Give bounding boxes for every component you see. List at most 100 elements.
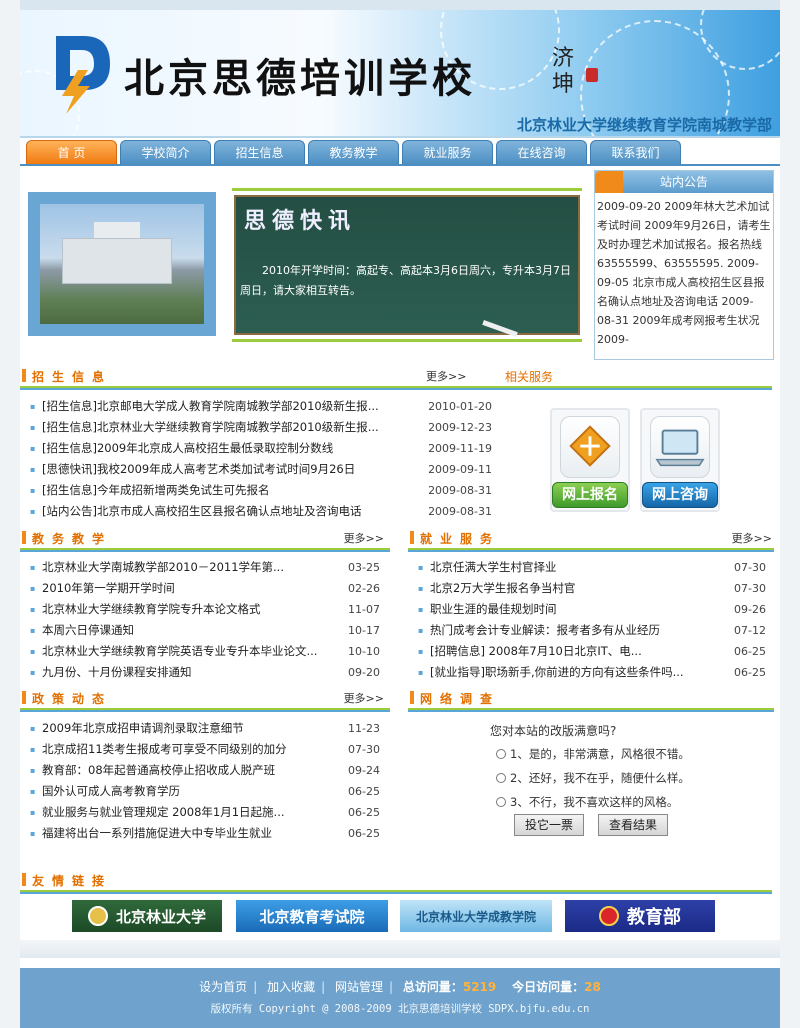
list-item[interactable]: 北京成招11类考生报成考可享受不同级别的加分 07-30 — [30, 739, 380, 760]
list-item[interactable]: 职业生涯的最佳规划时间 09-26 — [418, 599, 766, 620]
list-item[interactable]: [思德快讯]我校2009年成人高考艺术类加试考试时间9月26日 2009-09-1… — [30, 459, 492, 480]
list-item[interactable]: 九月份、十月份课程安排通知 09-20 — [30, 662, 380, 683]
survey-option-3[interactable]: 3、不行，我不喜欢这样的风格。 — [496, 794, 678, 810]
online-register-button[interactable]: 网上报名 — [550, 408, 630, 512]
item-title: 2010年第一学期开学时间 — [42, 581, 175, 595]
nav-teaching[interactable]: 教务教学 — [308, 140, 399, 164]
set-homepage-link[interactable]: 设为首页 — [199, 980, 247, 994]
nav-employment[interactable]: 就业服务 — [402, 140, 493, 164]
list-item[interactable]: 2009年北京成招申请调剂录取注意细节 11-23 — [30, 718, 380, 739]
item-tag: [招生信息] — [42, 483, 97, 497]
view-results-button[interactable]: 查看结果 — [598, 814, 669, 836]
list-item[interactable]: 北京任满大学生村官择业 07-30 — [418, 557, 766, 578]
add-favorite-link[interactable]: 加入收藏 — [267, 980, 315, 994]
section-title: 网络调查 — [408, 690, 500, 707]
item-title: 福建将出台一系列措施促进大中专毕业生就业 — [42, 826, 272, 840]
online-consult-button[interactable]: 网上咨询 — [640, 408, 720, 512]
links-section-header: 友情链接 — [20, 868, 772, 894]
item-date: 06-25 — [734, 645, 766, 658]
item-date: 06-25 — [348, 827, 380, 840]
list-item[interactable]: 本周六日停课通知 10-17 — [30, 620, 380, 641]
link-adult-education[interactable]: 北京林业大学成教学院 — [400, 900, 552, 932]
enroll-section-header: 招生信息 更多>> 相关服务 — [20, 364, 772, 390]
related-services-title: 相关服务 — [505, 370, 554, 384]
item-title: 教育部：08年起普通高校停止招收成人脱产班 — [42, 763, 276, 777]
list-item[interactable]: 北京2万大学生报名争当村官 07-30 — [418, 578, 766, 599]
list-item[interactable]: [招生信息]北京邮电大学成人教育学院南城教学部2010级新生报... 2010-0… — [30, 396, 492, 417]
list-item[interactable]: 就业服务与就业管理规定 2008年1月1日起施... 06-25 — [30, 802, 380, 823]
seal-icon — [586, 68, 598, 82]
list-item[interactable]: [招生信息]今年成招新增两类免试生可先报名 2009-08-31 — [30, 480, 492, 501]
campus-photo-frame[interactable] — [28, 192, 216, 336]
item-title: 九月份、十月份课程安排通知 — [42, 665, 192, 679]
item-title: 国外认可成人高考教育学历 — [42, 784, 180, 798]
list-item[interactable]: 北京林业大学继续教育学院专升本论文格式 11-07 — [30, 599, 380, 620]
footer-links: 设为首页 | 加入收藏 | 网站管理 | 总访问量：5219 今日访问量：28 — [20, 978, 780, 995]
list-item[interactable]: [就业指导]职场新手,你前进的方向有这些条件吗... 06-25 — [418, 662, 766, 683]
link-label: 北京林业大学 — [115, 907, 206, 926]
vote-button[interactable]: 投它一票 — [514, 814, 585, 836]
list-item[interactable]: 福建将出台一系列措施促进大中专毕业生就业 06-25 — [30, 823, 380, 844]
survey-option-2[interactable]: 2、还好，我不在乎，随便什么样。 — [496, 770, 690, 786]
link-label: 北京林业大学成教学院 — [415, 909, 536, 924]
list-item[interactable]: [招聘信息] 2008年7月10日北京IT、电... 06-25 — [418, 641, 766, 662]
nav-about[interactable]: 学校简介 — [120, 140, 211, 164]
item-date: 11-07 — [348, 603, 380, 616]
list-item[interactable]: [站内公告]北京市成人高校招生区县报名确认点地址及咨询电话 2009-08-31 — [30, 501, 492, 522]
item-date: 06-25 — [348, 785, 380, 798]
site-admin-link[interactable]: 网站管理 — [335, 980, 383, 994]
list-item[interactable]: [招生信息]2009年北京成人高校招生最低录取控制分数线 2009-11-19 — [30, 438, 492, 459]
item-date: 10-17 — [348, 624, 380, 637]
item-title: 北京邮电大学成人教育学院南城教学部2010级新生报... — [96, 399, 379, 413]
item-date: 2009-12-23 — [428, 421, 492, 434]
list-item[interactable]: 热门成考会计专业解读：报考者多有从业经历 07-12 — [418, 620, 766, 641]
link-bjeea[interactable]: 北京教育考试院 — [236, 900, 388, 932]
enroll-list: [招生信息]北京邮电大学成人教育学院南城教学部2010级新生报...2010-0… — [30, 396, 492, 522]
item-title: 北京林业大学继续教育学院英语专业专升本毕业论文... — [42, 644, 318, 658]
school-subtitle: 北京林业大学继续教育学院南城教学部 — [516, 116, 772, 134]
item-date: 07-12 — [734, 624, 766, 637]
radio-button[interactable] — [496, 749, 506, 759]
list-item[interactable]: [招生信息]北京林业大学继续教育学院南城教学部2010级新生报... 2009-1… — [30, 417, 492, 438]
nav-consult[interactable]: 在线咨询 — [496, 140, 587, 164]
notice-scroll-text[interactable]: 2009-09-20 2009年林大艺术加试考试时间 2009年9月26日，请考… — [595, 193, 773, 357]
section-divider — [20, 386, 772, 390]
enroll-more-link[interactable]: 更多>> — [426, 368, 466, 384]
employment-more-link[interactable]: 更多>> — [732, 530, 772, 546]
teaching-more-link[interactable]: 更多>> — [344, 530, 384, 546]
nav-home[interactable]: 首 页 — [26, 140, 117, 164]
school-logo-icon[interactable] — [48, 30, 118, 116]
policy-more-link[interactable]: 更多>> — [344, 690, 384, 706]
item-title: 热门成考会计专业解读：报考者多有从业经历 — [430, 623, 660, 637]
section-title: 友情链接 — [20, 872, 112, 889]
nav-contact[interactable]: 联系我们 — [590, 140, 681, 164]
footer-separator — [20, 940, 780, 958]
survey-question: 您对本站的改版满意吗? — [490, 724, 617, 738]
teaching-section-header: 教务教学 更多>> — [20, 526, 390, 552]
item-tag: [思德快讯] — [42, 462, 97, 476]
total-visits-label: 总访问量： — [402, 980, 463, 994]
section-title: 就业服务 — [408, 530, 500, 547]
register-label: 网上报名 — [552, 482, 628, 508]
main-nav: 首 页 学校简介 招生信息 教务教学 就业服务 在线咨询 联系我们 — [26, 140, 681, 166]
link-label: 教育部 — [627, 907, 681, 928]
consult-label: 网上咨询 — [642, 482, 718, 508]
nav-enrollment[interactable]: 招生信息 — [214, 140, 305, 164]
list-item[interactable]: 北京林业大学继续教育学院英语专业专升本毕业论文... 10-10 — [30, 641, 380, 662]
list-item[interactable]: 2010年第一学期开学时间 02-26 — [30, 578, 380, 599]
radio-button[interactable] — [496, 797, 506, 807]
item-date: 06-25 — [734, 666, 766, 679]
item-title: [招聘信息] 2008年7月10日北京IT、电... — [430, 644, 642, 658]
radio-button[interactable] — [496, 773, 506, 783]
list-item[interactable]: 北京林业大学南城教学部2010－2011学年第... 03-25 — [30, 557, 380, 578]
item-date: 07-30 — [734, 582, 766, 595]
list-item[interactable]: 教育部：08年起普通高校停止招收成人脱产班 09-24 — [30, 760, 380, 781]
notice-badge-icon — [595, 171, 623, 193]
item-title: 2009年北京成人高校招生最低录取控制分数线 — [96, 441, 334, 455]
list-item[interactable]: 国外认可成人高考教育学历 06-25 — [30, 781, 380, 802]
link-moe[interactable]: 教育部 — [565, 900, 715, 932]
survey-option-1[interactable]: 1、是的，非常满意，风格很不错。 — [496, 746, 690, 762]
board-text[interactable]: 2010年开学时间：高起专、高起本3月6日周六，专升本3月7日周日，请大家相互转… — [240, 261, 578, 301]
campus-photo — [40, 204, 204, 324]
link-bjfu[interactable]: 北京林业大学 — [72, 900, 222, 932]
